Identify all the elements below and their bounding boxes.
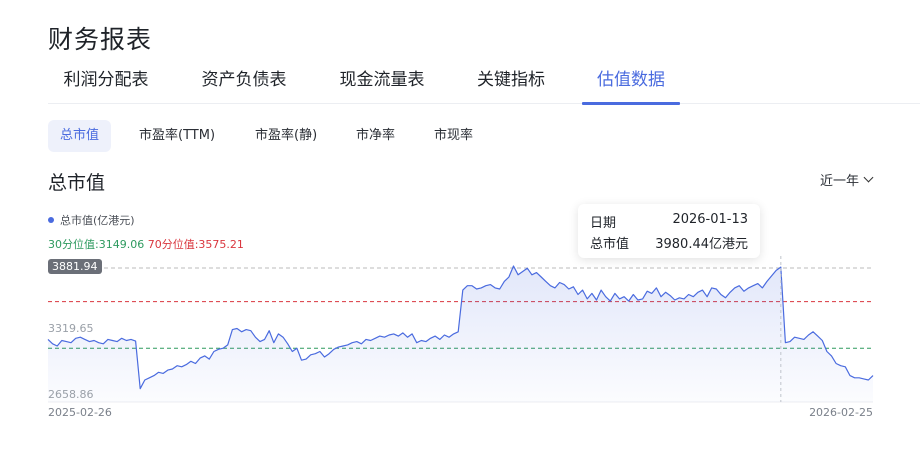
tab-balance-sheet[interactable]: 资产负债表	[198, 66, 290, 104]
report-tabs: 利润分配表 资产负债表 现金流量表 关键指标 估值数据	[48, 66, 920, 105]
subtab-market-cap[interactable]: 总市值	[48, 120, 112, 152]
p30-value: 3149.06	[98, 238, 145, 251]
y-label-mid: 3319.65	[48, 322, 94, 335]
legend-dot-icon	[48, 217, 54, 223]
chart-section-title: 总市值	[48, 172, 106, 194]
range-dropdown-label: 近一年	[819, 174, 859, 189]
tooltip-date-label: 日期	[590, 216, 617, 231]
tooltip-date: 2026-01-13	[672, 212, 748, 227]
subtab-pb[interactable]: 市净率	[344, 120, 407, 152]
chevron-down-icon	[863, 172, 874, 183]
tab-cash-flow[interactable]: 现金流量表	[336, 66, 428, 104]
tab-key-metrics[interactable]: 关键指标	[474, 66, 548, 104]
percentile-summary: 30分位值:3149.06 70分位值:3575.21	[48, 236, 244, 252]
tab-valuation[interactable]: 估值数据	[582, 66, 680, 105]
legend-series-label: 总市值(亿港元)	[60, 214, 135, 227]
tooltip-value-label: 总市值	[590, 237, 630, 252]
p70-value: 3575.21	[198, 238, 244, 251]
chart-tooltip: 日期 2026-01-13 总市值 3980.44亿港元	[578, 204, 760, 258]
x-label-end: 2026-02-25	[809, 406, 873, 419]
tab-income[interactable]: 利润分配表	[60, 66, 152, 104]
market-cap-area	[48, 266, 873, 402]
range-dropdown[interactable]: 近一年	[819, 170, 874, 189]
p30-label: 30分位值:	[48, 238, 99, 251]
y-label-max: 3881.94	[48, 259, 102, 274]
chart-legend: 总市值(亿港元)	[48, 212, 135, 228]
subtab-pe-ttm[interactable]: 市盈率(TTM)	[127, 120, 227, 152]
page-title: 财务报表	[48, 25, 153, 54]
y-label-min: 2658.86	[48, 388, 94, 401]
subtab-pe-static[interactable]: 市盈率(静)	[243, 120, 329, 152]
x-label-start: 2025-02-26	[48, 406, 112, 419]
subtab-pcf[interactable]: 市现率	[422, 120, 485, 152]
market-cap-line	[47, 265, 874, 390]
p70-label: 70分位值:	[147, 238, 199, 251]
tooltip-value: 3980.44亿港元	[655, 237, 748, 252]
